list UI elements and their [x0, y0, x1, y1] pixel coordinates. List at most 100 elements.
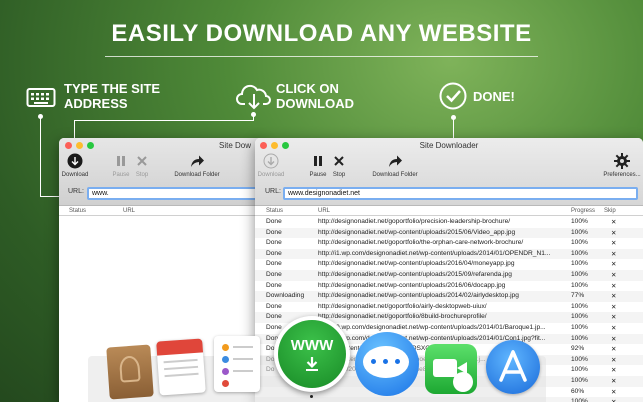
back-window-toolbar: Site Dow Download Pause Stop Download Fo…: [59, 138, 264, 206]
pause-button[interactable]: Pause: [111, 152, 131, 178]
column-status[interactable]: Status: [69, 208, 86, 214]
table-row[interactable]: Downloading http://designonadiet.net/wp-c…: [255, 291, 643, 302]
row-url: http://designonadiet.net/goportfolio/pre…: [318, 218, 511, 225]
reminders-icon[interactable]: [214, 336, 260, 392]
row-progress: 100%: [571, 228, 588, 236]
skip-icon[interactable]: ✕: [611, 260, 617, 268]
stop-button[interactable]: Stop: [329, 152, 349, 178]
table-row[interactable]: Done http://designonadiet.net/wp-content/…: [255, 259, 643, 270]
stop-icon: [137, 156, 147, 166]
headline-underline: [105, 56, 538, 57]
stop-button[interactable]: Stop: [133, 152, 151, 178]
www-label: WWW: [290, 337, 334, 354]
download-folder-button[interactable]: Download Folder: [171, 152, 223, 178]
row-progress: 100%: [571, 376, 588, 384]
row-status: Done: [266, 218, 282, 225]
close-button[interactable]: [65, 142, 72, 149]
row-progress: 60%: [571, 387, 585, 395]
column-url[interactable]: URL: [123, 208, 135, 214]
row-url: http://designonadiet.net/wp-content/uplo…: [318, 281, 506, 289]
step-1-text: TYPE THE SITE ADDRESS: [64, 81, 161, 111]
skip-icon[interactable]: ✕: [611, 335, 617, 343]
skip-icon[interactable]: ✕: [611, 345, 617, 353]
stop-icon: [334, 156, 344, 166]
download-folder-button[interactable]: Download Folder: [368, 152, 422, 178]
messages-icon[interactable]: [355, 332, 419, 396]
row-url: http://designonadiet.net/wp-content/uplo…: [318, 270, 512, 278]
facetime-icon[interactable]: [425, 344, 477, 394]
table-row[interactable]: Done http://designonadiet.net/goportfolio…: [255, 238, 643, 249]
skip-icon[interactable]: ✕: [611, 356, 617, 364]
row-status: Done: [266, 260, 282, 268]
table-row[interactable]: Done http://designonadiet.net/wp-content/…: [255, 269, 643, 281]
skip-icon[interactable]: ✕: [611, 218, 617, 226]
preferences-button[interactable]: Preferences...: [601, 152, 643, 178]
row-progress: 100%: [571, 260, 588, 268]
share-arrow-icon: [191, 155, 204, 167]
skip-icon[interactable]: ✕: [611, 292, 617, 300]
row-status: Done: [266, 249, 282, 257]
skip-icon[interactable]: ✕: [611, 324, 617, 332]
row-url: http://designonadiet.net/goportfolio/air…: [318, 302, 487, 310]
url-input[interactable]: www.: [87, 187, 259, 200]
pause-icon: [314, 156, 322, 166]
column-progress[interactable]: Progress: [571, 208, 595, 214]
row-progress: 100%: [571, 302, 588, 310]
column-url[interactable]: URL: [318, 208, 330, 214]
app-store-icon[interactable]: [486, 340, 540, 394]
step-3-text: DONE!: [473, 89, 515, 104]
skip-icon[interactable]: ✕: [611, 303, 617, 311]
table-row[interactable]: Done http://designonadiet.net/wp-content/…: [255, 281, 643, 292]
keyboard-icon: [26, 88, 56, 107]
row-url: http://i1.wp.com/designonadiet.net/wp-co…: [318, 249, 551, 257]
skip-icon[interactable]: ✕: [611, 229, 617, 237]
row-status: Done: [266, 228, 282, 236]
row-url: http://designonadiet.net/goportfolio/8bu…: [318, 313, 487, 321]
skip-icon[interactable]: ✕: [611, 313, 617, 321]
contacts-icon[interactable]: [106, 344, 154, 400]
row-url: http://designonadiet.net/wp-content/uplo…: [318, 228, 516, 236]
skip-icon[interactable]: ✕: [611, 377, 617, 385]
skip-icon[interactable]: ✕: [611, 271, 617, 279]
skip-icon[interactable]: ✕: [611, 366, 617, 374]
column-skip[interactable]: Skip: [604, 208, 616, 214]
download-arrow-icon: [306, 357, 318, 371]
row-progress: 100%: [571, 270, 588, 278]
column-status[interactable]: Status: [266, 208, 283, 214]
step-2-connector-h: [74, 120, 254, 121]
front-window-toolbar: Site Downloader Download Pause Stop Down…: [255, 138, 643, 206]
row-progress: 100%: [571, 249, 588, 257]
table-header: Status URL: [59, 206, 264, 216]
app-store-a-icon: [499, 350, 527, 382]
table-row[interactable]: Done http://i1.wp.com/designonadiet.net/w…: [255, 248, 643, 260]
download-button[interactable]: Download: [256, 152, 286, 178]
url-input[interactable]: www.designonadiet.net: [283, 187, 638, 200]
row-status: Downloading: [266, 292, 305, 300]
skip-icon[interactable]: ✕: [611, 388, 617, 396]
row-progress: 100%: [571, 218, 588, 225]
calendar-icon[interactable]: [156, 338, 206, 396]
download-button[interactable]: Download: [61, 152, 89, 178]
zoom-button[interactable]: [87, 142, 94, 149]
skip-icon[interactable]: ✕: [611, 250, 617, 258]
pause-icon: [117, 156, 125, 166]
pause-button[interactable]: Pause: [307, 152, 329, 178]
step-1-connector-h: [40, 196, 60, 197]
minimize-button[interactable]: [76, 142, 83, 149]
skip-icon[interactable]: ✕: [611, 239, 617, 247]
row-status: Done: [266, 239, 282, 247]
row-status: Done: [266, 313, 282, 321]
download-icon: [263, 153, 279, 169]
table-row[interactable]: Done http://designonadiet.net/goportfolio…: [255, 217, 643, 228]
site-downloader-icon[interactable]: WWW: [274, 316, 350, 392]
table-row[interactable]: Done http://designonadiet.net/goportfolio…: [255, 302, 643, 313]
table-header: Status URL Progress Skip: [255, 206, 643, 216]
skip-icon[interactable]: ✕: [611, 398, 617, 402]
row-url: http://designonadiet.net/wp-content/uplo…: [318, 292, 519, 300]
table-row[interactable]: Done http://designonadiet.net/wp-content/…: [255, 227, 643, 239]
row-progress: 77%: [571, 292, 585, 300]
gear-icon: [614, 153, 630, 169]
row-progress: 100%: [571, 239, 588, 247]
skip-icon[interactable]: ✕: [611, 282, 617, 290]
row-progress: 100%: [571, 355, 588, 363]
